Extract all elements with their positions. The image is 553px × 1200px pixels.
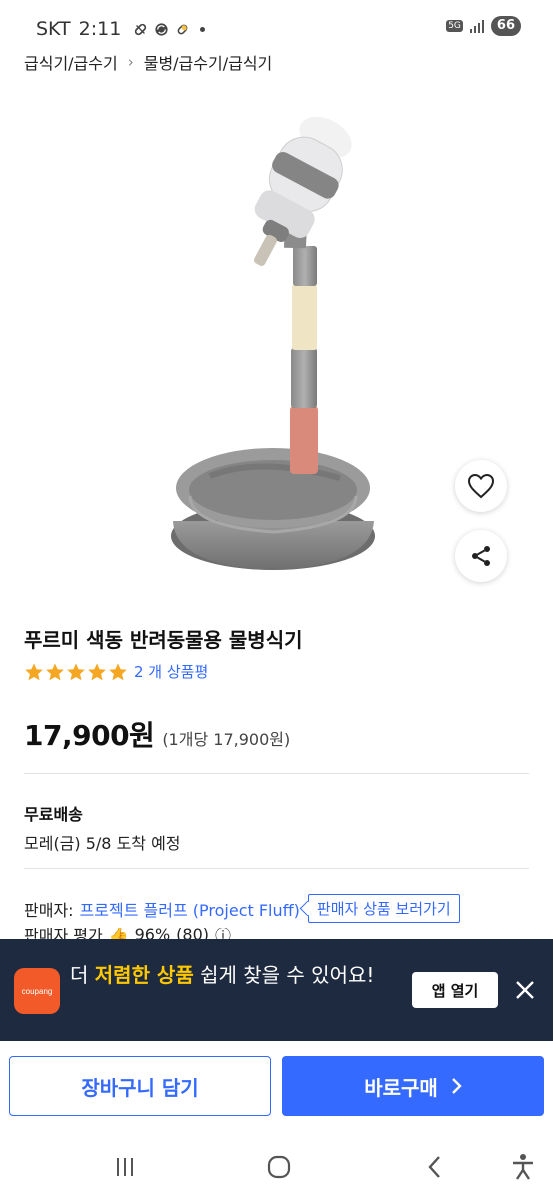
seller-row: 판매자: 프로젝트 플러프 (Project Fluff) 판매자 상품 보러가… [24, 894, 460, 923]
buy-now-label: 바로구매 [364, 1075, 438, 1100]
battery-indicator: 66 [490, 16, 521, 36]
app-install-banner: coupang 더 저렴한 상품 쉽게 찾을 수 있어요! 앱 열기 [0, 939, 553, 1041]
star-icon [109, 663, 127, 680]
status-bar: SKT 2:11 5G 66 [0, 0, 553, 44]
banner-text-prefix: 더 [70, 963, 95, 987]
notification-icons [133, 22, 206, 37]
breadcrumb-item-category[interactable]: 급식기/급수기 [24, 50, 118, 74]
status-left: SKT 2:11 [36, 18, 206, 40]
shipping-title: 무료배송 [24, 805, 83, 824]
coupang-logo-icon: coupang [14, 968, 60, 1014]
banner-message: 더 저렴한 상품 쉽게 찾을 수 있어요! [70, 959, 400, 991]
more-notifications-dot [200, 26, 206, 32]
view-seller-products-button[interactable]: 판매자 상품 보러가기 [307, 894, 460, 923]
price-row: 17,900원 (1개당 17,900원) [24, 714, 290, 754]
share-icon [472, 546, 490, 566]
system-nav-bar [0, 1140, 553, 1200]
carrier-label: SKT [36, 18, 71, 40]
like-button[interactable] [455, 460, 507, 512]
share-button[interactable] [455, 530, 507, 582]
network-badge: 5G [446, 20, 463, 32]
star-icon [67, 663, 85, 680]
shipping-eta: 모레(금) 5/8 도착 예정 [24, 834, 181, 853]
review-count-link[interactable]: 2 개 상품평 [134, 661, 208, 682]
banner-text-suffix: 쉽게 찾을 수 있어요! [193, 963, 375, 987]
unit-price: (1개당 17,900원) [162, 730, 291, 749]
back-icon[interactable] [420, 1152, 450, 1182]
heart-icon [467, 473, 495, 499]
accessibility-icon[interactable] [508, 1152, 538, 1182]
signal-icon [469, 20, 484, 33]
open-app-button[interactable]: 앱 열기 [412, 972, 498, 1008]
logo-text: coupang [21, 986, 53, 996]
chevron-right-icon: › [127, 53, 134, 71]
capsule-icon [177, 24, 188, 34]
star-icon [25, 663, 43, 680]
seller-name-link[interactable]: 프로젝트 플러프 (Project Fluff) [80, 897, 300, 921]
star-icon [46, 663, 64, 680]
clock: 2:11 [78, 18, 122, 40]
buy-now-button[interactable]: 바로구매 [282, 1056, 544, 1116]
close-icon[interactable] [512, 977, 538, 1003]
star-rating [24, 662, 128, 682]
star-icon [88, 663, 106, 680]
recent-apps-icon[interactable] [110, 1152, 140, 1182]
chevron-right-icon [451, 1078, 462, 1094]
breadcrumb-item-subcategory[interactable]: 물병/급수기/급식기 [144, 50, 273, 74]
pill-icon [135, 23, 147, 35]
status-right: 5G 66 [446, 16, 521, 36]
product-image[interactable] [150, 96, 400, 586]
home-icon[interactable] [264, 1152, 294, 1182]
breadcrumb: 급식기/급수기 › 물병/급수기/급식기 [24, 50, 272, 74]
rating[interactable]: 2 개 상품평 [24, 661, 208, 682]
sync-icon [155, 22, 168, 36]
divider [24, 868, 529, 869]
divider [24, 773, 529, 774]
price: 17,900원 [24, 719, 155, 752]
seller-label: 판매자: [24, 900, 74, 920]
product-title: 푸르미 색동 반려동물용 물병식기 [24, 628, 303, 652]
banner-text-highlight: 저렴한 상품 [94, 963, 194, 987]
add-to-cart-button[interactable]: 장바구니 담기 [9, 1056, 271, 1116]
